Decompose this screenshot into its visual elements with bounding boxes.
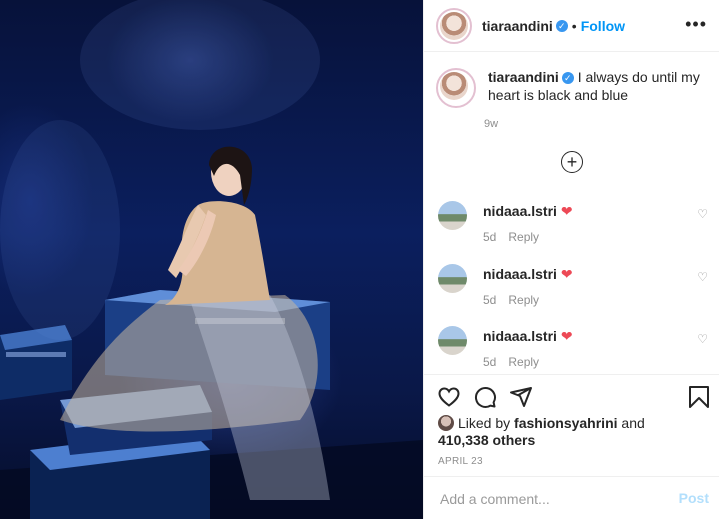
caption-timestamp[interactable]: 9w bbox=[484, 118, 498, 130]
comment-meta: 5d Reply bbox=[483, 293, 551, 307]
comment-avatar[interactable] bbox=[438, 201, 467, 230]
comment-text: nidaaa.lstri ❤ bbox=[483, 266, 573, 283]
comment-like-heart-icon[interactable]: ♡ bbox=[697, 270, 708, 284]
author-username[interactable]: tiaraandini bbox=[482, 18, 553, 34]
likes-summary: Liked by fashionsyahrini and 410,338 oth… bbox=[438, 415, 698, 449]
post-photo[interactable] bbox=[0, 0, 423, 519]
verified-badge-icon: ✓ bbox=[555, 19, 568, 32]
reply-button[interactable]: Reply bbox=[508, 293, 539, 307]
likes-and-label: and bbox=[621, 415, 645, 431]
comment-like-heart-icon[interactable]: ♡ bbox=[697, 207, 708, 221]
liked-by-label: Liked by bbox=[458, 415, 511, 431]
comment-heart-emoji: ❤ bbox=[560, 266, 573, 282]
post-header: tiaraandini ✓ • Follow ••• bbox=[424, 0, 719, 52]
add-comment-bar: Post bbox=[424, 476, 719, 520]
liker-avatar[interactable] bbox=[438, 415, 454, 431]
caption-username[interactable]: tiaraandini bbox=[488, 69, 559, 85]
comment-time[interactable]: 5d bbox=[483, 293, 496, 307]
author-avatar-ring[interactable] bbox=[436, 7, 472, 44]
comment-time[interactable]: 5d bbox=[483, 230, 496, 244]
comment-bubble-icon[interactable] bbox=[473, 385, 497, 409]
comment-username[interactable]: nidaaa.lstri bbox=[483, 266, 557, 282]
post-actions-section: Liked by fashionsyahrini and 410,338 oth… bbox=[424, 374, 719, 520]
caption: tiaraandini ✓ I always do until my heart … bbox=[436, 68, 706, 108]
save-bookmark-icon[interactable] bbox=[688, 385, 710, 409]
caption-avatar-ring[interactable] bbox=[436, 68, 476, 108]
comment-heart-emoji: ❤ bbox=[560, 203, 573, 219]
comment-text: nidaaa.lstri ❤ bbox=[483, 328, 573, 345]
comment-username[interactable]: nidaaa.lstri bbox=[483, 203, 557, 219]
post-date[interactable]: APRIL 23 bbox=[438, 456, 483, 467]
comment-meta: 5d Reply bbox=[483, 355, 551, 369]
liker-username[interactable]: fashionsyahrini bbox=[514, 415, 617, 431]
comment-username[interactable]: nidaaa.lstri bbox=[483, 328, 557, 344]
reply-button[interactable]: Reply bbox=[508, 355, 539, 369]
more-options-icon[interactable]: ••• bbox=[685, 14, 707, 35]
author-avatar[interactable] bbox=[440, 11, 468, 40]
caption-verified-badge-icon: ✓ bbox=[561, 72, 574, 84]
likes-count[interactable]: 410,338 others bbox=[438, 432, 535, 448]
separator-dot: • bbox=[571, 17, 577, 34]
post-image-illustration bbox=[0, 0, 423, 519]
caption-avatar[interactable] bbox=[440, 72, 468, 100]
comment-meta: 5d Reply bbox=[483, 230, 551, 244]
caption-text-block: tiaraandini ✓ I always do until my heart … bbox=[488, 68, 706, 108]
comment-avatar[interactable] bbox=[438, 264, 467, 293]
comment-avatar[interactable] bbox=[438, 326, 467, 355]
like-heart-icon[interactable] bbox=[437, 385, 461, 409]
share-send-icon[interactable] bbox=[509, 385, 533, 409]
comment-time[interactable]: 5d bbox=[483, 355, 496, 369]
comment-heart-emoji: ❤ bbox=[560, 328, 573, 344]
comment-text: nidaaa.lstri ❤ bbox=[483, 203, 573, 220]
reply-button[interactable]: Reply bbox=[508, 230, 539, 244]
follow-button[interactable]: Follow bbox=[581, 18, 625, 34]
post-sidebar: tiaraandini ✓ • Follow ••• tiaraandini ✓ … bbox=[423, 0, 719, 519]
post-comment-button[interactable]: Post bbox=[679, 490, 709, 506]
comment-like-heart-icon[interactable]: ♡ bbox=[697, 332, 708, 346]
load-more-comments-icon[interactable]: + bbox=[561, 151, 583, 173]
add-comment-input[interactable] bbox=[438, 487, 662, 511]
